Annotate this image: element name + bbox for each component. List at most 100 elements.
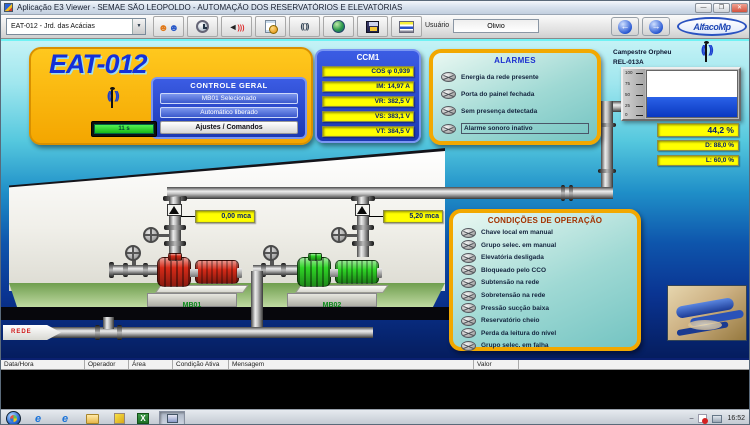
taskbar-clock[interactable]: 16:52 (727, 415, 745, 422)
status-crossed-icon (461, 265, 476, 275)
user-field[interactable] (453, 19, 539, 33)
speaker-icon: ◄))) (229, 22, 245, 32)
condition-item: Perda da leitura do nível (453, 328, 637, 338)
selected-group-button[interactable]: MB01 Selecionado (160, 93, 298, 104)
suction-main-pipe (41, 327, 373, 338)
pump2-pedestal: MB02 (287, 285, 381, 307)
radio-icon: (( )) (301, 22, 309, 31)
users-icon: ☻☻ (158, 18, 179, 36)
alarm-item: Sem presença detectada (433, 106, 597, 116)
station-selector[interactable]: EAT-012 - Jrd. das Acácias ▼ (6, 18, 146, 35)
status-crossed-icon (461, 316, 476, 326)
tray-alert-icon[interactable] (698, 414, 707, 423)
e3-app-icon (167, 414, 178, 423)
alarm-item: Energia da rede presente (433, 72, 597, 82)
scada-canvas: EAT-012 (()) 11 s 12 s CONTROLE GERAL MB… (1, 39, 750, 358)
pump-mb02[interactable] (297, 255, 379, 287)
toolbar-button-levels[interactable] (391, 16, 422, 37)
reservoir-name: Campestre Orpheu (613, 49, 672, 56)
levels-icon (399, 21, 414, 33)
station-selector-value: EAT-012 - Jrd. das Acácias (11, 23, 95, 30)
taskbar-item-app[interactable] (112, 412, 126, 425)
toolbar-button-alarm-speaker[interactable]: ◄))) (221, 16, 252, 37)
log-column-condition: Condição Ativa (173, 360, 229, 369)
tank-fill (647, 97, 737, 117)
toolbar-button-report[interactable] (255, 16, 286, 37)
taskbar-item-explorer[interactable] (85, 412, 99, 425)
windows-taskbar: e e X ‒ 16:52 (1, 409, 750, 425)
window-title: Aplicação E3 Viewer - SEMAE SÃO LEOPOLDO… (17, 3, 695, 12)
excel-icon: X (137, 413, 149, 424)
suction-tee-stub (103, 317, 114, 329)
close-button[interactable]: ✕ (731, 3, 748, 13)
start-button[interactable] (6, 411, 21, 425)
status-crossed-icon (441, 72, 456, 82)
status-crossed-icon (461, 341, 476, 351)
ccm-current: IM: 14,97 A (322, 81, 414, 92)
adjust-commands-button[interactable]: Ajustes / Comandos (160, 121, 298, 134)
pump1-suction-pipe (113, 265, 161, 275)
pump1-pressure-display: 0,00 mca (195, 210, 255, 223)
auto-mode-button[interactable]: Automático liberado (160, 107, 298, 118)
log-column-operator: Operador (85, 360, 129, 369)
status-crossed-icon (441, 89, 456, 99)
status-crossed-icon (461, 303, 476, 313)
tray-hidden-icons[interactable]: ‒ (690, 415, 694, 422)
ccm-voltage-r: VR: 382,5 V (322, 96, 414, 107)
alarm-item: Porta do painel fechada (433, 89, 597, 99)
chevron-down-icon[interactable]: ▼ (132, 19, 145, 34)
ccm-cos-phi: COS φ 0,939 (322, 66, 414, 77)
pump2-suction-valve-wheel (263, 245, 279, 261)
nav-forward-button[interactable]: → (642, 17, 670, 36)
pump1-volute (157, 257, 191, 287)
clock-icon (196, 20, 209, 33)
restore-button[interactable]: ❐ (713, 3, 730, 13)
alarms-panel: ALARMES Energia da rede presente Porta d… (429, 49, 601, 145)
toolbar-button-clock[interactable] (187, 16, 218, 37)
condition-item: Pressão sucção baixa (453, 303, 637, 313)
report-icon (265, 20, 276, 33)
status-crossed-icon (461, 253, 476, 263)
minimize-button[interactable]: — (695, 3, 712, 13)
setpoint-off-display: D: 88,0 % (657, 140, 739, 151)
station-title: EAT-012 (49, 49, 147, 80)
status-crossed-icon (461, 291, 476, 301)
nav-back-button[interactable]: ← (611, 17, 639, 36)
reservoir-tank: 100 75 50 25 0 (621, 67, 741, 121)
arrow-left-icon: ← (618, 20, 632, 34)
toolbar-button-radio-link[interactable]: (( )) (289, 16, 320, 37)
radio-modem: 11 s (91, 121, 157, 137)
pump1-label: MB01 (183, 302, 202, 309)
taskbar-item-e3viewer-active[interactable] (159, 411, 185, 425)
alarm-log-body[interactable] (1, 370, 750, 409)
toolbar-button-archive[interactable] (357, 16, 388, 37)
log-column-value: Valor (474, 360, 519, 369)
pump2-label: MB02 (323, 302, 342, 309)
toolbar-button-users[interactable]: ☻☻ (153, 16, 184, 37)
taskbar-item-internet-explorer[interactable]: e (58, 412, 72, 425)
pump2-downcomer (251, 271, 263, 333)
toolbar-button-web[interactable] (323, 16, 354, 37)
taskbar-item-browser[interactable]: e (31, 412, 45, 425)
status-crossed-icon (461, 278, 476, 288)
e3-viewer-window: Aplicação E3 Viewer - SEMAE SÃO LEOPOLDO… (0, 0, 750, 425)
pump2-pressure-display: 5,20 mca (383, 210, 443, 223)
ccm-voltage-s: VS: 383,1 V (322, 111, 414, 122)
ccm-title: CCM1 (322, 53, 414, 62)
status-crossed-icon (461, 240, 476, 250)
taskbar-item-excel[interactable]: X (136, 412, 150, 425)
title-bar[interactable]: Aplicação E3 Viewer - SEMAE SÃO LEOPOLDO… (1, 1, 750, 15)
tray-network-icon[interactable] (712, 415, 722, 423)
pump2-gate-valve-wheel (331, 227, 347, 243)
system-tray: ‒ 16:52 (690, 410, 749, 425)
pump-mb01[interactable] (157, 255, 239, 287)
operating-conditions-panel: CONDIÇÕES DE OPERAÇÃO Chave local em man… (449, 209, 641, 351)
log-column-message: Mensagem (229, 360, 474, 369)
condition-item: Elevatória desligada (453, 253, 637, 263)
ccm-voltage-t: VT: 384,5 V (322, 126, 414, 137)
ccm-panel: CCM1 COS φ 0,939 IM: 14,97 A VR: 382,5 V… (315, 49, 421, 143)
ie-icon: e (35, 413, 41, 425)
pump1-check-valve-icon (169, 206, 179, 214)
control-panel-title: CONTROLE GERAL (160, 81, 298, 90)
radio-signal-display: 11 s (94, 124, 154, 134)
